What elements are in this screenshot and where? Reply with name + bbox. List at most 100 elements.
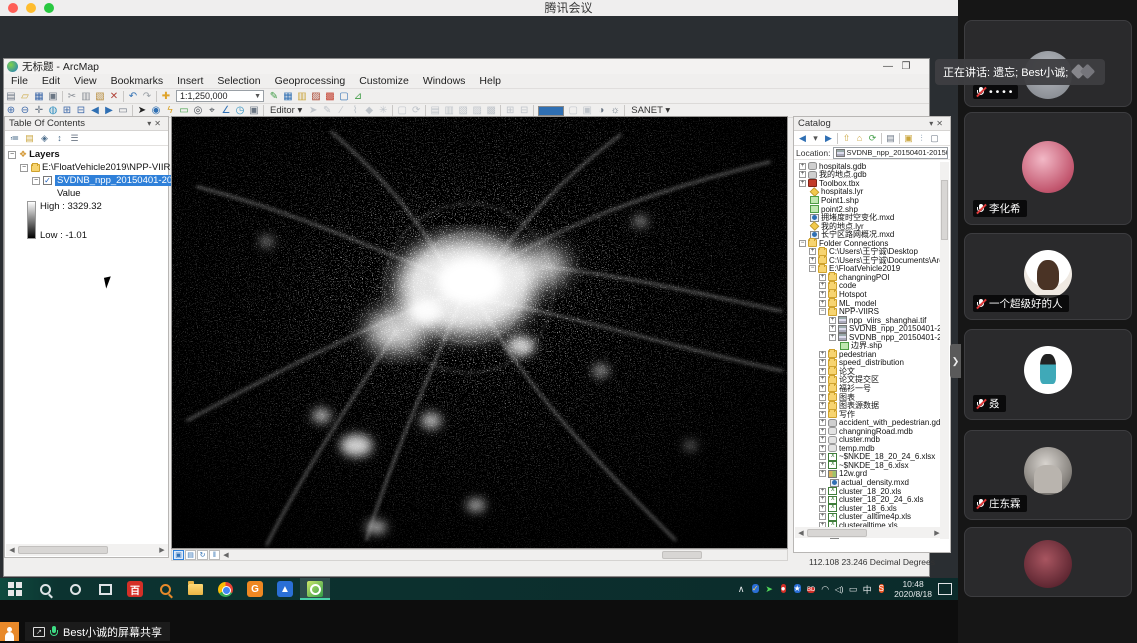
up-one-level-icon[interactable]: ⇧: [840, 132, 853, 145]
menu-insert[interactable]: Insert: [170, 75, 210, 87]
list-by-visibility-icon[interactable]: ◈: [37, 132, 52, 145]
taskbar-file-explorer[interactable]: [180, 578, 210, 600]
taskbar-blue-app[interactable]: ▲: [270, 578, 300, 600]
catalog-tree-item[interactable]: +12w.grd: [795, 470, 943, 479]
catalog-horizontal-scrollbar[interactable]: ◀ ▶: [795, 527, 943, 538]
catalog-tree-item[interactable]: +cluster_18_20_24_6.xls: [795, 495, 943, 504]
catalog-tree-item[interactable]: +写作: [795, 410, 943, 419]
expander-icon[interactable]: −: [8, 151, 16, 159]
save-icon[interactable]: ▦: [32, 90, 46, 103]
expander-icon[interactable]: +: [799, 180, 806, 187]
undo-icon[interactable]: ↶: [126, 90, 140, 103]
editor-toolbar-icon[interactable]: ✎: [267, 90, 281, 103]
scroll-right-icon[interactable]: ▶: [156, 546, 168, 554]
catalog-tree-item[interactable]: 长宁区路网概况.mxd: [795, 230, 943, 239]
catalog-window-icon[interactable]: ▥: [295, 90, 309, 103]
expander-icon[interactable]: +: [819, 402, 826, 409]
dropdown-icon[interactable]: ▾: [809, 132, 822, 145]
catalog-tree-item[interactable]: +code: [795, 282, 943, 291]
menu-bookmarks[interactable]: Bookmarks: [104, 75, 171, 87]
catalog-vertical-scrollbar[interactable]: [940, 162, 949, 539]
expander-icon[interactable]: +: [819, 359, 826, 366]
toc-horizontal-scrollbar[interactable]: ◀ ▶: [6, 544, 168, 556]
launch-icon[interactable]: ▣: [902, 132, 915, 145]
expander-icon[interactable]: +: [829, 334, 836, 341]
expander-icon[interactable]: +: [819, 351, 826, 358]
expander-icon[interactable]: +: [819, 394, 826, 401]
tray-red-app-icon[interactable]: ●: [776, 583, 790, 595]
menu-selection[interactable]: Selection: [210, 75, 267, 87]
notification-center-icon[interactable]: [938, 583, 952, 595]
catalog-tree-item[interactable]: 拥堵度时空变化.mxd: [795, 213, 943, 222]
paste-icon[interactable]: ▧: [93, 90, 107, 103]
participant-tile[interactable]: 李化希: [964, 112, 1132, 225]
expander-icon[interactable]: +: [819, 488, 826, 495]
taskbar-search-button[interactable]: [30, 578, 60, 600]
catalog-tree-item[interactable]: +C:\Users\王宁诚\Documents\ArcGIS: [795, 256, 943, 265]
expander-icon[interactable]: −: [819, 308, 826, 315]
cortana-button[interactable]: [60, 578, 90, 600]
back-icon[interactable]: ◀: [796, 132, 809, 145]
expander-icon[interactable]: +: [819, 411, 826, 418]
new-map-icon[interactable]: ▤: [4, 90, 18, 103]
table-options-icon[interactable]: ▦: [281, 90, 295, 103]
expander-icon[interactable]: −: [809, 265, 816, 272]
catalog-tree-item[interactable]: +Toolbox.tbx: [795, 179, 943, 188]
participant-tile[interactable]: 庄东霖: [964, 430, 1132, 520]
print-icon[interactable]: ▣: [46, 90, 60, 103]
expander-icon[interactable]: +: [819, 445, 826, 452]
catalog-tree-item[interactable]: +changningPOI: [795, 273, 943, 282]
toc-layer-row[interactable]: − ✓ SVDNB_npp_20150401-20150430_: [5, 174, 168, 187]
toggle-tree-icon[interactable]: ⫶: [915, 132, 928, 145]
pause-drawing-button[interactable]: ‖: [209, 550, 220, 560]
menu-edit[interactable]: Edit: [35, 75, 67, 87]
taskbar-clock[interactable]: 10:48 2020/8/18: [888, 579, 938, 599]
tray-bd-icon[interactable]: BD: [804, 583, 818, 596]
location-combo[interactable]: SVDNB_npp_20150401-20150430_75N060E_vcm …: [833, 147, 949, 159]
window-icon[interactable]: ▢: [928, 132, 941, 145]
expander-icon[interactable]: +: [819, 300, 826, 307]
tray-360-icon[interactable]: ✓: [748, 583, 762, 595]
list-by-source-icon[interactable]: ▤: [22, 132, 37, 145]
catalog-tree-item[interactable]: +cluster_18_20.xls: [795, 487, 943, 496]
expander-icon[interactable]: +: [819, 282, 826, 289]
toc-layers-row[interactable]: − ❖ Layers: [5, 148, 168, 161]
expander-icon[interactable]: +: [819, 513, 826, 520]
catalog-tree-item[interactable]: +图表源数据: [795, 401, 943, 410]
menu-view[interactable]: View: [67, 75, 104, 87]
start-button[interactable]: [0, 578, 30, 600]
refresh-icon[interactable]: ⟳: [866, 132, 879, 145]
expander-icon[interactable]: +: [819, 505, 826, 512]
catalog-tree-item[interactable]: 边界.shp: [795, 341, 943, 350]
tray-sogou-icon[interactable]: S: [874, 583, 888, 595]
cut-icon[interactable]: ✂: [65, 90, 79, 103]
taskbar-search-app[interactable]: [150, 578, 180, 600]
copy-icon[interactable]: ▥: [79, 90, 93, 103]
delete-icon[interactable]: ✕: [107, 90, 121, 103]
expander-icon[interactable]: +: [819, 291, 826, 298]
expander-icon[interactable]: +: [819, 496, 826, 503]
expander-icon[interactable]: +: [799, 171, 806, 178]
catalog-tree-item[interactable]: +hospitals.gdb: [795, 162, 943, 171]
tray-hidden-icons-chevron[interactable]: ∧: [734, 584, 748, 595]
taskbar-orange-app[interactable]: G: [240, 578, 270, 600]
expander-icon[interactable]: +: [809, 257, 816, 264]
catalog-tree-item[interactable]: +福衫一号: [795, 384, 943, 393]
catalog-tree-item[interactable]: +ML_model: [795, 299, 943, 308]
menu-file[interactable]: File: [4, 75, 35, 87]
home-icon[interactable]: ⌂: [853, 132, 866, 145]
layout-view-button[interactable]: ▤: [185, 550, 196, 560]
expander-icon[interactable]: +: [829, 325, 836, 332]
refresh-view-button[interactable]: ↻: [197, 550, 208, 560]
expander-icon[interactable]: +: [819, 368, 826, 375]
window-restore-button[interactable]: ❐: [897, 61, 915, 72]
map-viewport[interactable]: [171, 116, 788, 549]
participant-tile[interactable]: [964, 527, 1132, 597]
sanet-menu-button[interactable]: SANET ▾: [627, 105, 674, 116]
options-icon[interactable]: ☰: [67, 132, 82, 145]
scroll-left-icon[interactable]: ◀: [795, 529, 807, 537]
catalog-tree-item[interactable]: +cluster.mdb: [795, 436, 943, 445]
catalog-tree-item[interactable]: +cluster_alltime4p.xls: [795, 512, 943, 521]
catalog-tree-item[interactable]: +speed_distribution: [795, 359, 943, 368]
expander-icon[interactable]: +: [819, 385, 826, 392]
